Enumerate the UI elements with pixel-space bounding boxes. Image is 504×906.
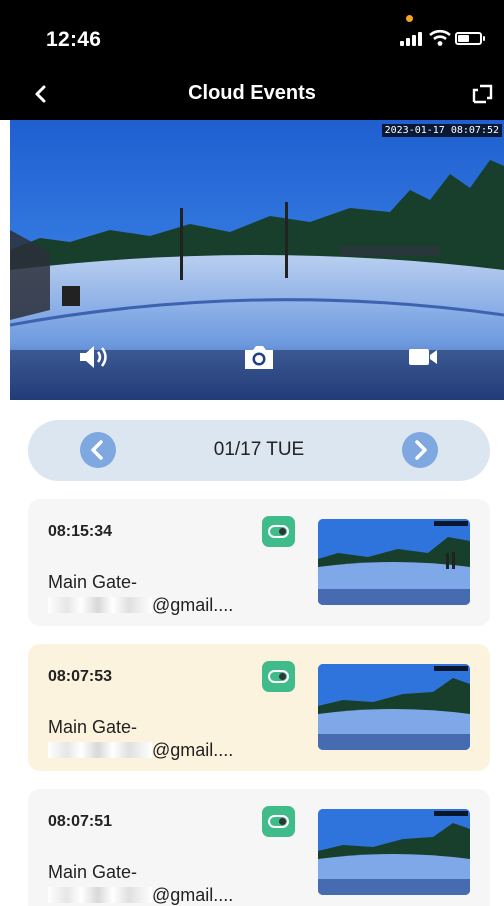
redacted-text [48, 597, 152, 613]
event-type-badge-icon [262, 806, 295, 837]
event-account: @gmail.... [48, 595, 233, 616]
event-account: @gmail.... [48, 740, 233, 761]
next-day-button[interactable] [402, 432, 438, 468]
event-account-domain: @gmail.... [152, 595, 234, 615]
thumbnail-timestamp [434, 666, 468, 671]
video-timestamp: 2023-01-17 08:07:52 [381, 124, 502, 137]
event-account-domain: @gmail.... [152, 885, 234, 905]
privacy-indicator-dot [406, 15, 413, 22]
chevron-right-icon [415, 440, 427, 460]
page-title: Cloud Events [188, 82, 316, 104]
status-bar: 12:46 [0, 0, 504, 70]
battery-icon [455, 32, 485, 45]
event-camera-name: Main Gate- [48, 862, 138, 882]
camera-icon[interactable] [242, 342, 276, 372]
wifi-icon [429, 29, 451, 46]
speaker-icon[interactable] [77, 342, 111, 372]
app-screen: 12:46 Cloud Events 2023-01-17 08:07:52 0… [0, 0, 504, 906]
redacted-text [48, 887, 152, 903]
event-account-domain: @gmail.... [152, 740, 234, 760]
event-thumbnail[interactable] [318, 519, 470, 605]
thumbnail-timestamp [434, 521, 468, 526]
event-time: 08:07:53 [48, 668, 113, 685]
event-item-selected[interactable]: 08:07:53 Main Gate- @gmail.... [28, 644, 490, 771]
event-time: 08:15:34 [48, 523, 113, 540]
event-type-badge-icon [262, 661, 295, 692]
event-time: 08:07:51 [48, 813, 113, 830]
redacted-text [48, 742, 152, 758]
clock: 12:46 [46, 28, 102, 51]
thumbnail-scene [318, 809, 470, 895]
event-item[interactable]: 08:15:34 Main Gate- @gmail.... [28, 499, 490, 626]
camera-video-player[interactable]: 2023-01-17 08:07:52 [10, 120, 504, 400]
event-thumbnail[interactable] [318, 664, 470, 750]
event-type-badge-icon [262, 516, 295, 547]
nav-bar: Cloud Events [0, 70, 504, 120]
thumbnail-scene [318, 519, 470, 605]
video-record-icon[interactable] [406, 342, 440, 372]
thumbnail-timestamp [434, 811, 468, 816]
event-camera-name: Main Gate- [48, 717, 138, 737]
event-account: @gmail.... [48, 885, 233, 906]
event-camera-name: Main Gate- [48, 572, 138, 592]
event-item[interactable]: 08:07:51 Main Gate- @gmail.... [28, 789, 490, 906]
event-thumbnail[interactable] [318, 809, 470, 895]
signal-icon [400, 32, 424, 46]
date-selector: 01/17 TUE [28, 420, 490, 481]
thumbnail-scene [318, 664, 470, 750]
fullscreen-icon[interactable] [470, 82, 494, 106]
